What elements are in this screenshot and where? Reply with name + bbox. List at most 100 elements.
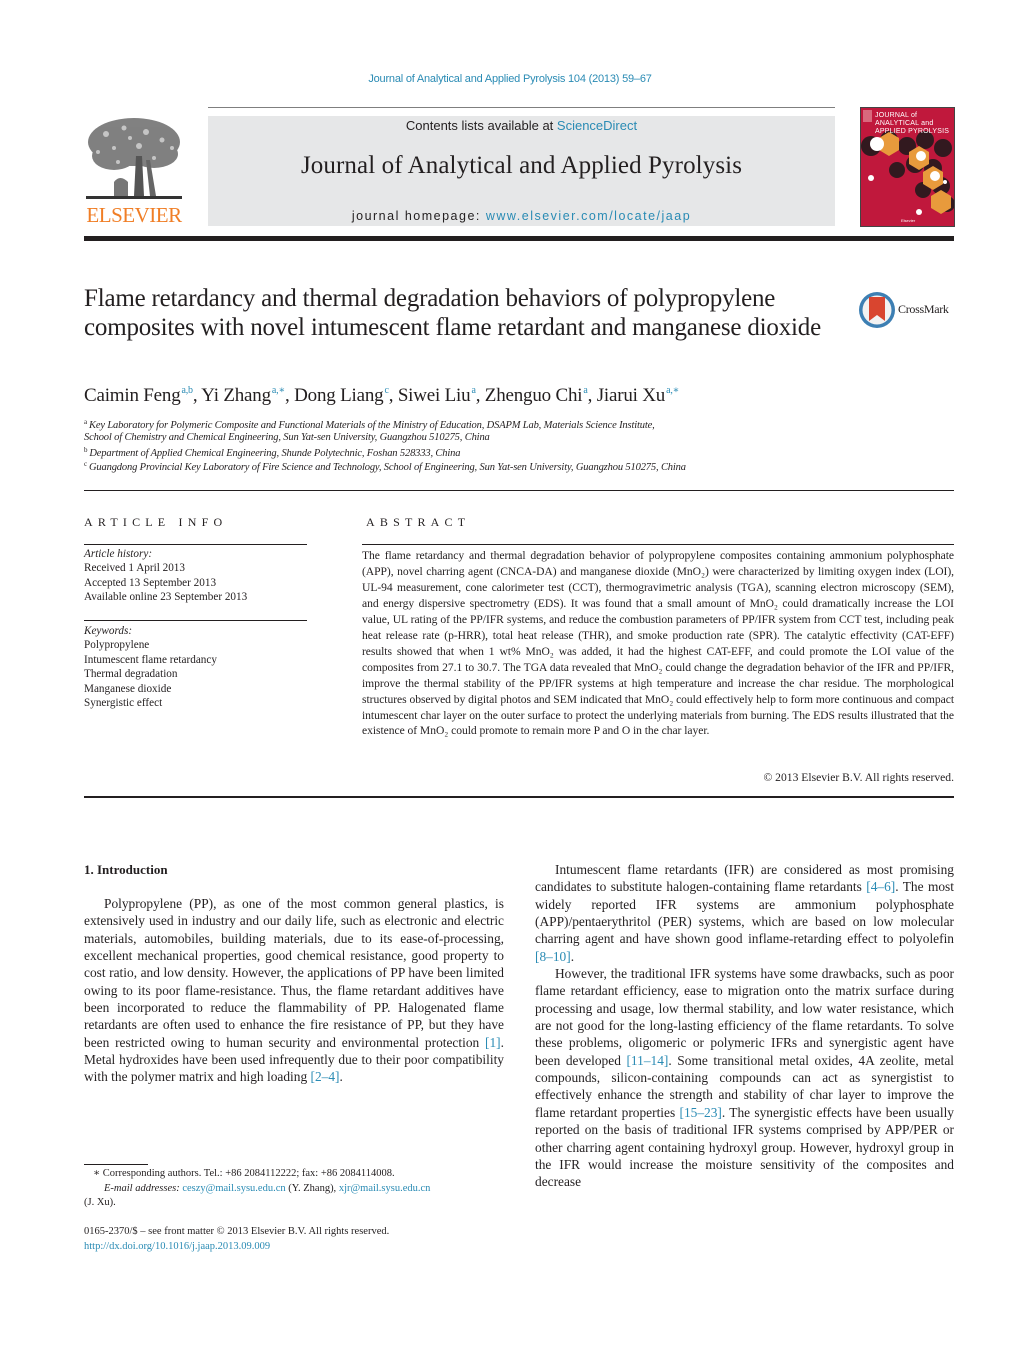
affiliation-marker: a xyxy=(84,418,87,426)
journal-title: Journal of Analytical and Applied Pyroly… xyxy=(300,152,743,179)
section-heading: 1. Introduction xyxy=(84,862,168,877)
author-name[interactable]: Siwei Liu xyxy=(398,385,471,406)
author-name[interactable]: Yi Zhang xyxy=(201,385,271,406)
author-separator: , xyxy=(388,385,398,406)
article-history: Article history: Received 1 April 2013 A… xyxy=(84,547,247,605)
divider xyxy=(84,544,307,545)
journal-cover-image[interactable]: Elsevier JOURNAL of ANALYTICAL and APPLI… xyxy=(860,107,955,227)
email-label: E-mail addresses: xyxy=(104,1182,180,1194)
divider xyxy=(362,544,954,545)
history-item: Accepted 13 September 2013 xyxy=(84,576,217,589)
affiliation-marker: b xyxy=(84,446,88,454)
keyword: Synergistic effect xyxy=(84,697,163,710)
history-item: Available online 23 September 2013 xyxy=(84,591,248,604)
body-text: . xyxy=(570,948,575,964)
article-title: Flame retardancy and thermal degradation… xyxy=(84,285,821,341)
divider xyxy=(84,620,307,621)
elsevier-tree-icon xyxy=(84,116,184,204)
affiliation-text: School of Chemistry and Chemical Enginee… xyxy=(84,432,490,443)
article-info-heading: ARTICLE INFO xyxy=(84,515,228,529)
affiliation-text: Key Laboratory for Polymeric Composite a… xyxy=(88,420,655,431)
abstract-text: The flame retardancy and thermal degrada… xyxy=(362,549,954,738)
body-column-right: Intumescent flame retardants (IFR) are c… xyxy=(535,861,954,1191)
sciencedirect-link[interactable]: ScienceDirect xyxy=(557,118,637,133)
author-affiliation-link[interactable]: a,∗ xyxy=(272,385,285,396)
author[interactable]: Dong Liangc xyxy=(294,385,389,406)
author-name[interactable]: Jiarui Xu xyxy=(597,385,666,406)
reference-link[interactable]: [11–14] xyxy=(626,1053,668,1068)
affiliation-c: c Guangdong Provincial Key Laboratory of … xyxy=(84,460,686,473)
keyword: Intumescent flame retardancy xyxy=(84,653,217,666)
journal-citation-link[interactable]: Journal of Analytical and Applied Pyroly… xyxy=(0,73,1020,85)
body-paragraph: Intumescent flame retardants (IFR) are c… xyxy=(535,861,954,965)
keyword: Manganese dioxide xyxy=(84,682,172,695)
body-text: Polypropylene (PP), as one of the most c… xyxy=(84,896,504,1050)
keyword: Thermal degradation xyxy=(84,668,178,681)
author[interactable]: Jiarui Xua,∗ xyxy=(597,385,680,406)
header-thick-rule xyxy=(84,236,954,241)
divider xyxy=(84,796,954,798)
affiliation-a-cont: School of Chemistry and Chemical Enginee… xyxy=(84,432,490,443)
author[interactable]: Siwei Liua xyxy=(398,385,476,406)
abstract-heading: ABSTRACT xyxy=(366,515,471,529)
journal-homepage-link[interactable]: www.elsevier.com/locate/jaap xyxy=(486,209,691,223)
homepage-line: journal homepage: www.elsevier.com/locat… xyxy=(208,209,835,223)
cover-title-line: ANALYTICAL and xyxy=(875,120,934,127)
author-affiliation-link[interactable]: a,∗ xyxy=(666,385,679,396)
header-rule xyxy=(208,107,835,108)
body-column-left: Polypropylene (PP), as one of the most c… xyxy=(84,895,504,1086)
affiliation-text: Guangdong Provincial Key Laboratory of F… xyxy=(88,462,686,473)
abstract-copyright: © 2013 Elsevier B.V. All rights reserved… xyxy=(763,771,954,784)
crossmark-button[interactable]: CrossMark xyxy=(858,291,958,331)
keywords: Keywords: Polypropylene Intumescent flam… xyxy=(84,624,217,710)
svg-text:Elsevier: Elsevier xyxy=(901,218,916,223)
author-list: Caimin Fenga,b, Yi Zhanga,∗, Dong Liangc… xyxy=(84,385,679,407)
article-history-label: Article history: xyxy=(84,548,153,560)
affiliation-text: Department of Applied Chemical Engineeri… xyxy=(89,448,461,459)
keyword: Polypropylene xyxy=(84,639,150,652)
body-text: . xyxy=(339,1069,343,1085)
author-name[interactable]: Zhenguo Chi xyxy=(485,385,583,406)
author-separator: , xyxy=(475,385,485,406)
reference-link[interactable]: [8–10] xyxy=(535,949,571,964)
divider xyxy=(84,490,954,491)
contents-line: Contents lists available at ScienceDirec… xyxy=(208,118,835,133)
corresponding-note: ∗ Corresponding authors. Tel.: +86 20841… xyxy=(93,1168,395,1179)
email-owner: (J. Xu). xyxy=(84,1197,116,1208)
reference-link[interactable]: [1] xyxy=(485,1035,501,1050)
cover-title-line: JOURNAL of xyxy=(875,112,918,119)
body-paragraph: However, the traditional IFR systems hav… xyxy=(535,965,954,1190)
corresponding-footnote: ∗ Corresponding authors. Tel.: +86 20841… xyxy=(84,1167,504,1211)
issn-block: 0165-2370/$ – see front matter © 2013 El… xyxy=(84,1225,514,1254)
author-affiliation-link[interactable]: a,b xyxy=(182,385,194,396)
crossmark-label: CrossMark xyxy=(898,302,949,316)
affiliation-marker: c xyxy=(84,460,87,468)
history-item: Received 1 April 2013 xyxy=(84,562,185,575)
cover-title-line: APPLIED PYROLYSIS xyxy=(875,128,950,135)
reference-link[interactable]: [15–23] xyxy=(679,1105,721,1120)
author[interactable]: Caimin Fenga,b xyxy=(84,385,193,406)
affiliation-a: a Key Laboratory for Polymeric Composite … xyxy=(84,418,655,431)
keywords-label: Keywords: xyxy=(84,625,133,637)
elsevier-logo[interactable]: ELSEVIER xyxy=(84,116,184,228)
author-separator: , xyxy=(192,385,202,406)
affiliation-b: b Department of Applied Chemical Engineer… xyxy=(84,446,460,459)
email-owner: (Y. Zhang), xyxy=(285,1182,339,1194)
doi-link[interactable]: http://dx.doi.org/10.1016/j.jaap.2013.09… xyxy=(84,1240,514,1255)
footnote-rule xyxy=(84,1164,148,1165)
email-link[interactable]: xjr@mail.sysu.edu.cn xyxy=(339,1183,431,1194)
contents-label: Contents lists available at xyxy=(405,118,557,133)
body-paragraph: Polypropylene (PP), as one of the most c… xyxy=(84,895,504,1086)
author-name[interactable]: Caimin Feng xyxy=(84,385,181,406)
author-separator: , xyxy=(285,385,295,406)
email-link[interactable]: ceszy@mail.sysu.edu.cn xyxy=(182,1183,285,1194)
crossmark-icon xyxy=(859,292,895,328)
reference-link[interactable]: [4–6] xyxy=(866,879,895,894)
journal-header-box: Contents lists available at ScienceDirec… xyxy=(208,116,835,226)
author-name[interactable]: Dong Liang xyxy=(294,385,383,406)
author[interactable]: Zhenguo Chia xyxy=(485,385,588,406)
elsevier-wordmark: ELSEVIER xyxy=(86,203,182,227)
author[interactable]: Yi Zhanga,∗ xyxy=(201,385,285,406)
reference-link[interactable]: [2–4] xyxy=(310,1069,339,1084)
homepage-label: journal homepage: xyxy=(351,209,486,223)
